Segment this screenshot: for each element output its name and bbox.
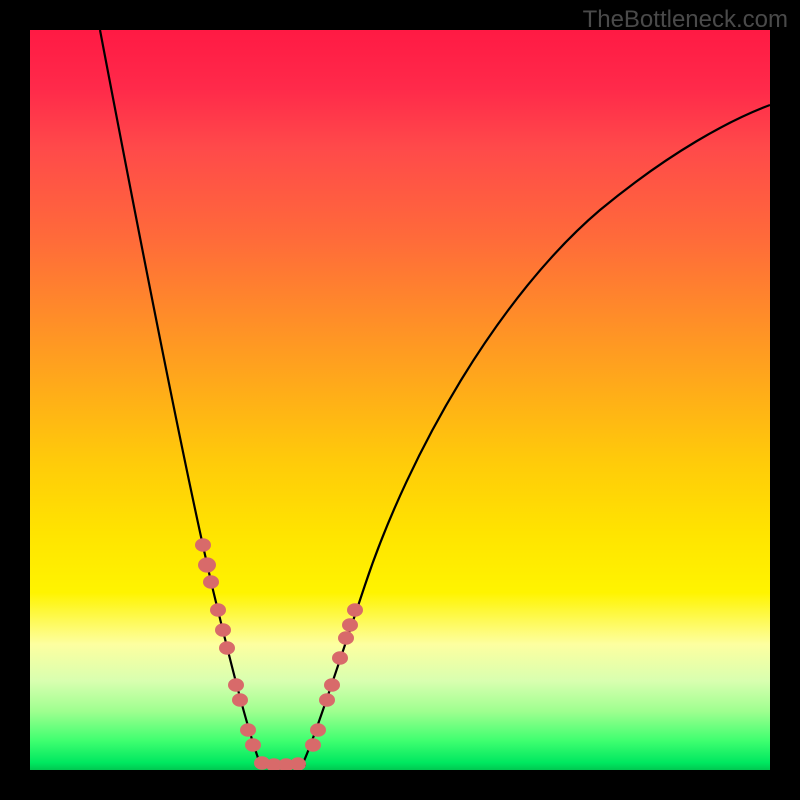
data-marker — [219, 641, 235, 655]
chart-container: TheBottleneck.com — [0, 0, 800, 800]
watermark-text: TheBottleneck.com — [583, 6, 788, 34]
data-marker — [228, 678, 244, 692]
data-marker — [210, 603, 226, 617]
data-marker — [195, 538, 211, 552]
left-curve — [100, 30, 262, 765]
data-marker — [332, 651, 348, 665]
data-marker — [203, 575, 219, 589]
data-marker — [319, 693, 335, 707]
chart-svg — [30, 30, 770, 770]
data-marker — [347, 603, 363, 617]
right-curve — [302, 105, 770, 765]
data-marker — [310, 723, 326, 737]
data-marker — [324, 678, 340, 692]
data-marker — [338, 631, 354, 645]
markers-group — [195, 538, 363, 770]
data-marker — [232, 693, 248, 707]
data-marker — [305, 738, 321, 752]
data-marker — [240, 723, 256, 737]
data-marker — [215, 623, 231, 637]
data-marker — [342, 618, 358, 632]
data-marker — [245, 738, 261, 752]
data-marker — [198, 557, 216, 572]
plot-area — [30, 30, 770, 770]
